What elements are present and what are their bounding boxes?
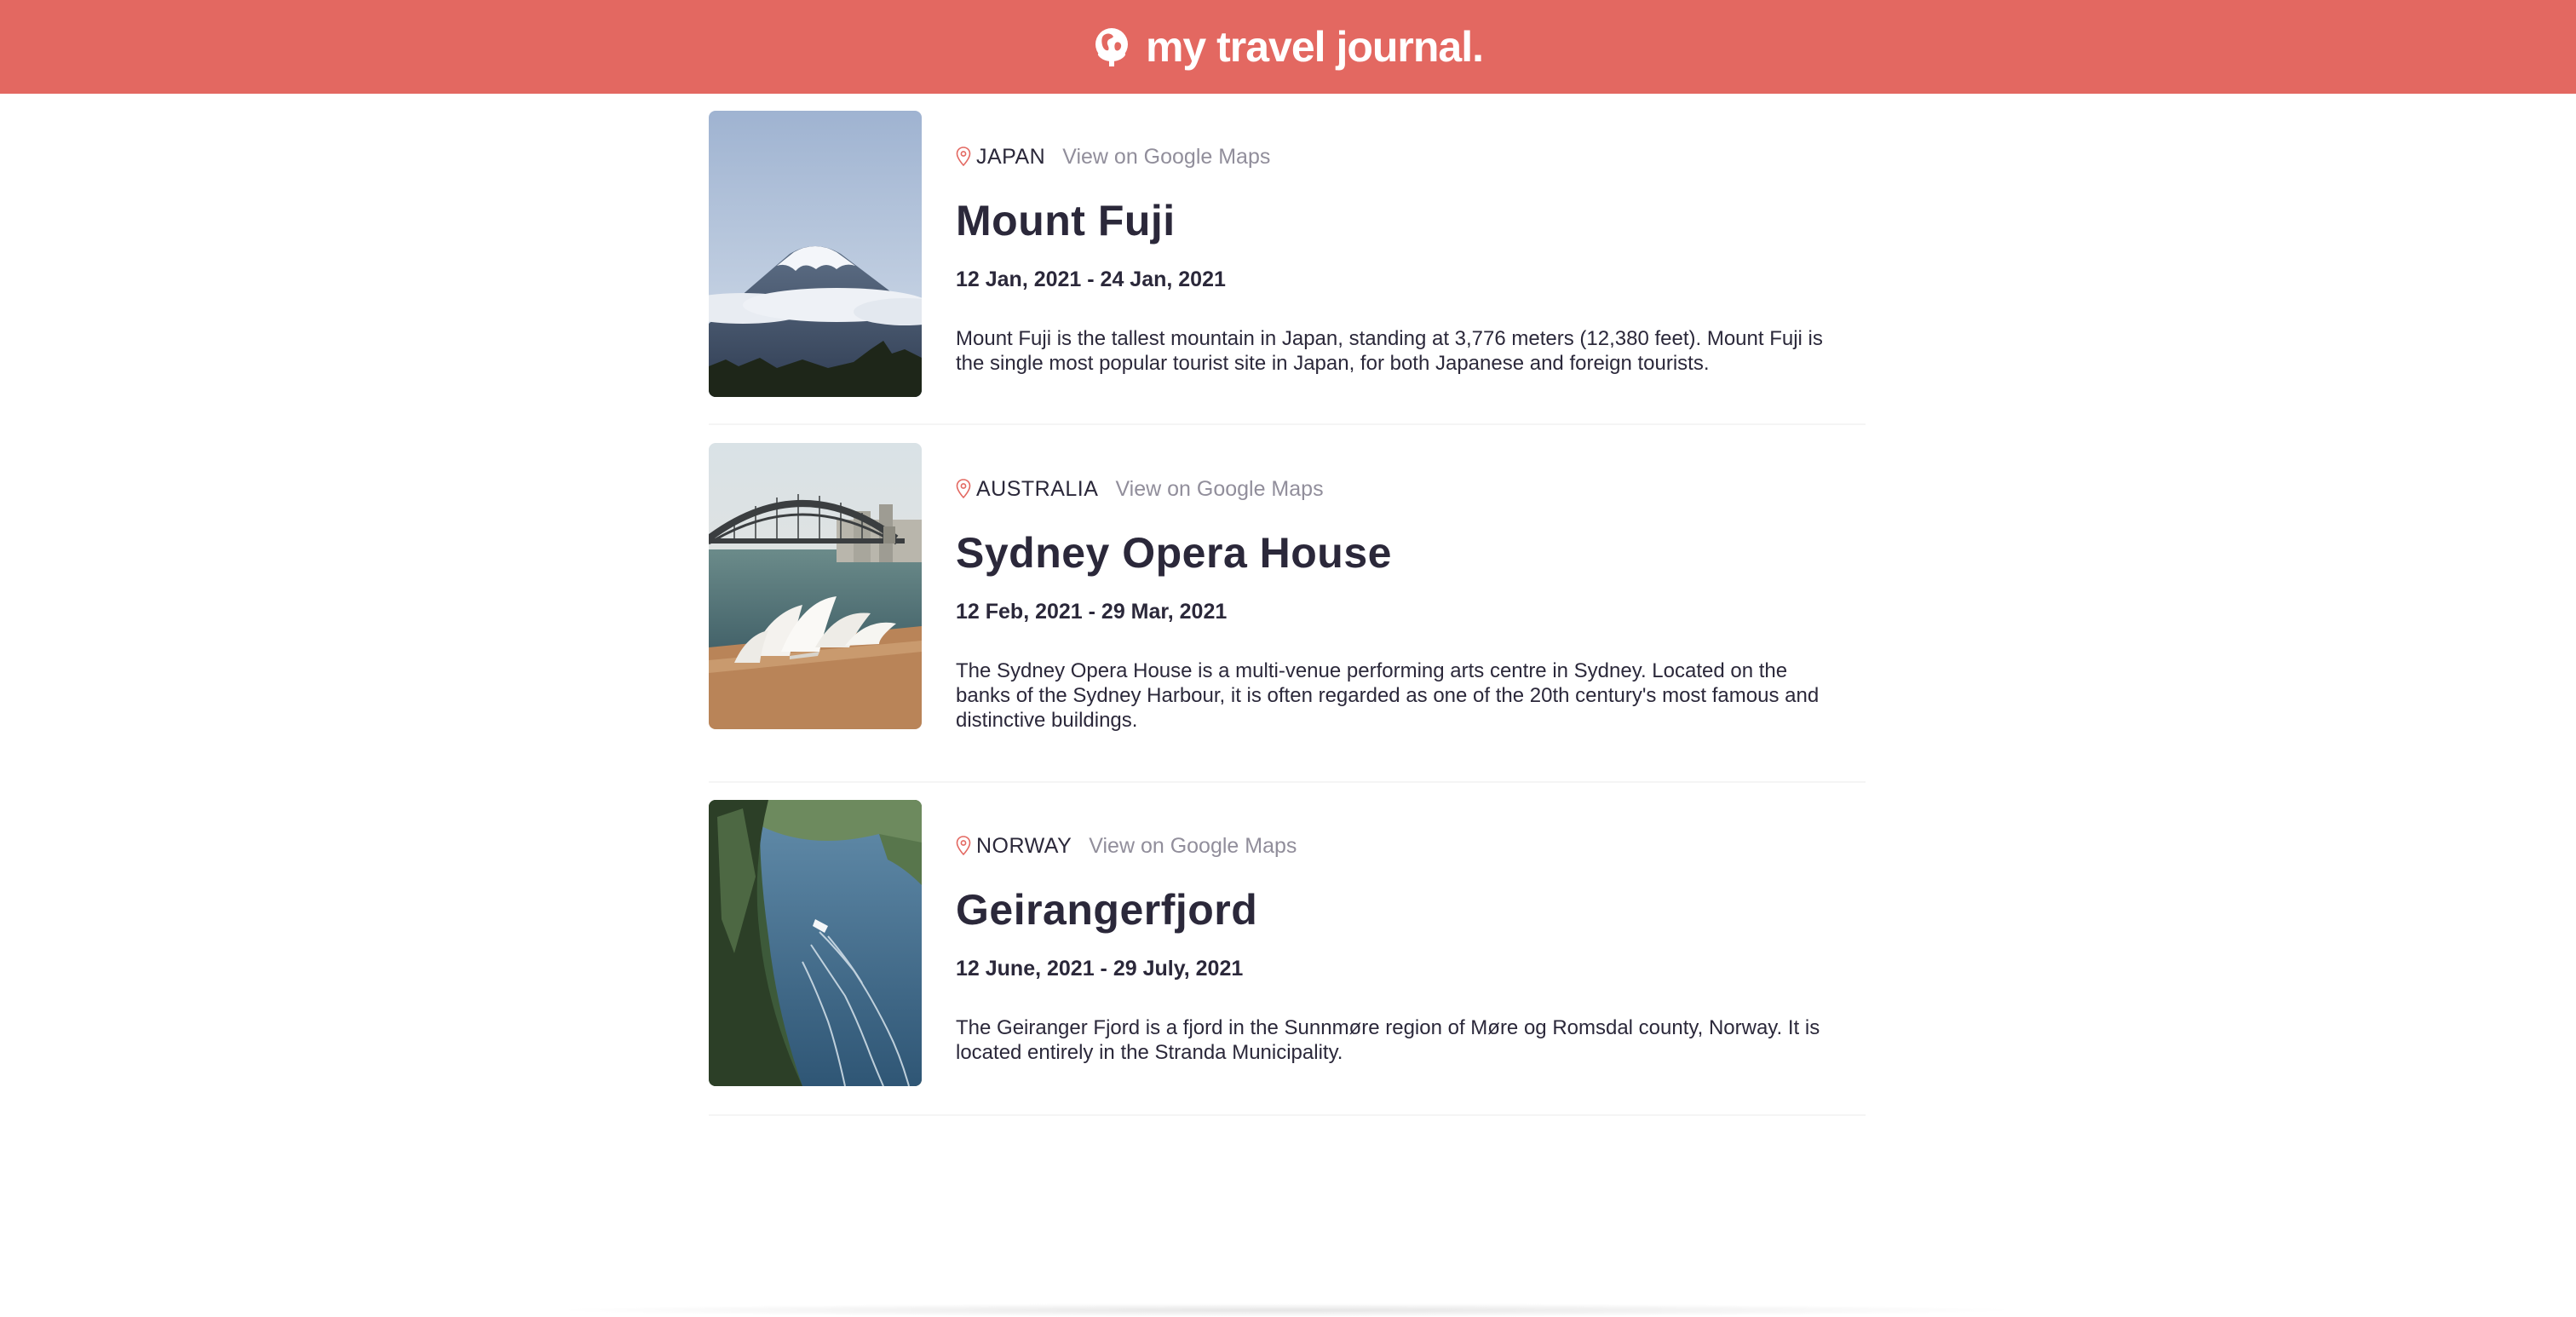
journal-entry: AUSTRALIA View on Google Maps Sydney Ope… [709, 425, 1866, 783]
google-maps-link[interactable]: View on Google Maps [1115, 477, 1323, 502]
journal-entry: NORWAY View on Google Maps Geirangerfjor… [709, 783, 1866, 1116]
entry-location: AUSTRALIA View on Google Maps [956, 474, 1859, 503]
entry-location: JAPAN View on Google Maps [956, 142, 1859, 171]
location-pin-icon [956, 836, 971, 856]
entry-photo-mount-fuji [709, 111, 922, 397]
entry-location: NORWAY View on Google Maps [956, 831, 1859, 860]
google-maps-link[interactable]: View on Google Maps [1062, 145, 1270, 170]
globe-icon [1093, 26, 1130, 68]
window-bottom-shadow [545, 1303, 2027, 1317]
location-pin-icon [956, 147, 971, 167]
entry-photo-sydney-opera-house [709, 443, 922, 729]
entry-dates: 12 June, 2021 - 29 July, 2021 [956, 957, 1244, 981]
entry-country: NORWAY [976, 833, 1072, 858]
entry-title: Sydney Opera House [956, 529, 1392, 577]
entry-description: The Geiranger Fjord is a fjord in the Su… [956, 1016, 1820, 1064]
entry-photo-geirangerfjord [709, 800, 922, 1086]
app-header: my travel journal. [0, 0, 2576, 94]
entry-description: The Sydney Opera House is a multi-venue … [956, 659, 1820, 732]
location-pin-icon [956, 479, 971, 499]
google-maps-link[interactable]: View on Google Maps [1089, 834, 1297, 859]
entry-title: Geirangerfjord [956, 886, 1258, 934]
app-title: my travel journal. [1145, 23, 1484, 71]
entry-country: AUSTRALIA [976, 476, 1099, 501]
entry-country: JAPAN [976, 144, 1046, 169]
entry-description: Mount Fuji is the tallest mountain in Ja… [956, 327, 1823, 375]
journal-entry: JAPAN View on Google Maps Mount Fuji 12 … [709, 94, 1866, 425]
entry-dates: 12 Jan, 2021 - 24 Jan, 2021 [956, 267, 1226, 291]
entry-title: Mount Fuji [956, 197, 1176, 244]
entry-dates: 12 Feb, 2021 - 29 Mar, 2021 [956, 600, 1228, 624]
